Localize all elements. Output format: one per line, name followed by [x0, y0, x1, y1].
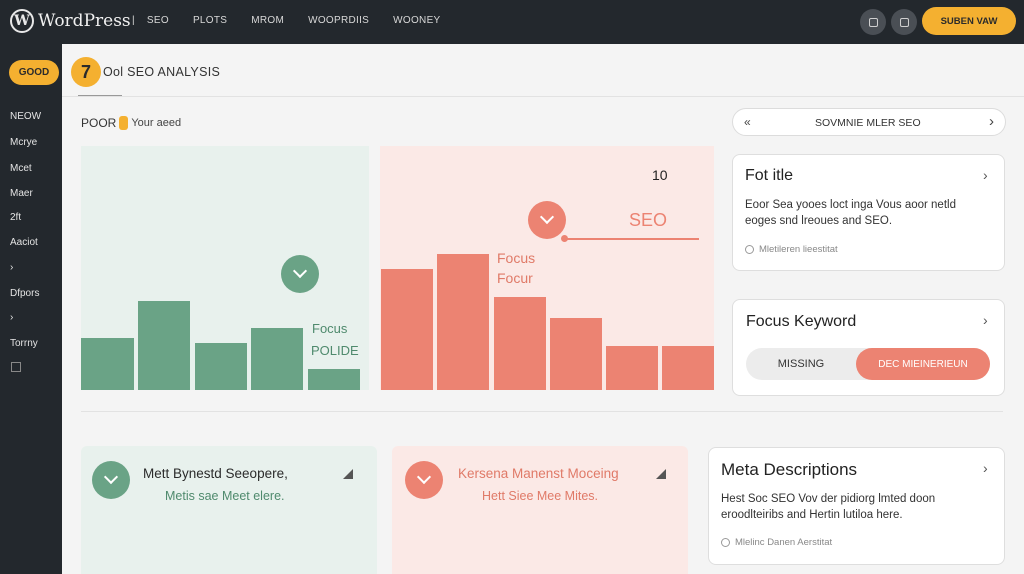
seo-line-dot [561, 235, 568, 242]
header-divider [62, 96, 1024, 97]
meta-descriptions-meta-text: Mlelinc Danen Aerstitat [735, 537, 833, 548]
collapse-icon[interactable] [11, 362, 21, 372]
title-card-body-line: eoges snd lreoues and SEO. [745, 215, 893, 227]
meta-descriptions-body: Hest Soc SEO Vov der pidiorg lmted doon … [721, 491, 935, 523]
status-dot-icon [119, 116, 129, 130]
green-bar [81, 338, 134, 390]
title-card-body: Eoor Sea yooes loct inga Vous aoor netld… [745, 197, 956, 229]
brand-name: WordPress [38, 11, 131, 31]
red-panel-number: 10 [652, 167, 668, 183]
meta-descriptions-card[interactable]: Meta Descriptions › Hest Soc SEO Vov der… [708, 447, 1005, 565]
green-panel-sublabel: POLIDE [311, 343, 359, 358]
grid-icon[interactable] [860, 9, 886, 35]
view-button[interactable]: SUBEN VAW [922, 7, 1016, 35]
meta-descriptions-body-line: Hest Soc SEO Vov der pidiorg lmted doon [721, 493, 936, 505]
wordpress-logo[interactable]: W WordPress [10, 9, 131, 33]
green-chart-panel: Focus POLIDE [81, 146, 369, 390]
sidebar-item-dfpors[interactable]: Dfpors [10, 288, 39, 299]
sidebar-chevron-icon[interactable]: › [10, 312, 13, 323]
sidebar-item-2ft[interactable]: 2ft [10, 212, 21, 223]
keyword-status-toggle[interactable]: MISSING DEC MIEINERIEUN [746, 348, 990, 380]
admin-sidebar: GOOD NEOW Mcrye Mcet Maer 2ft Aaciot › D… [0, 44, 62, 574]
poor-sublabel: Your aeed [131, 117, 182, 129]
red-chart-panel: 10 SEO Focus Focur [380, 146, 714, 390]
search-label: SOVMNIE MLER SEO [815, 117, 921, 129]
red-card-subtitle: Hett Siee Mee Mites. [482, 489, 599, 503]
document-icon[interactable] [891, 9, 917, 35]
title-card-meta: Mletileren lieestitat [745, 244, 838, 255]
red-bar [437, 254, 489, 390]
meta-descriptions-heading: Meta Descriptions [721, 460, 858, 479]
sidebar-item-maer[interactable]: Maer [10, 188, 33, 199]
chevron-right-icon: › [989, 113, 994, 130]
kersena-card[interactable]: Kersena Manenst Moceing Hett Siee Mee Mi… [392, 446, 688, 574]
section-divider [81, 411, 1003, 412]
nav-item-wooney[interactable]: WOONEY [393, 15, 440, 26]
title-card-heading: Fot itle [745, 167, 794, 184]
focus-keyword-heading: Focus Keyword [746, 313, 857, 330]
good-status-badge[interactable]: GOOD [9, 60, 59, 85]
admin-top-bar: W WordPress | SEO PLOTS MROM WOOPRDIIS W… [0, 0, 1024, 44]
check-icon [92, 461, 130, 499]
check-icon [528, 201, 566, 239]
nav-item-mrom[interactable]: MROM [251, 15, 284, 26]
corner-arrow-icon [343, 469, 353, 479]
meta-descriptions-body-line: eroodlteiribs and Hertin lutiloa here. [721, 509, 903, 521]
info-icon [721, 538, 730, 547]
meta-bynestd-card[interactable]: Mett Bynestd Seeopere, Metis sae Meet el… [81, 446, 377, 574]
keyword-option-selected[interactable]: DEC MIEINERIEUN [856, 348, 990, 380]
nav-separator: | [132, 15, 135, 26]
sidebar-chevron-icon[interactable]: › [10, 262, 13, 273]
poor-status: POOR Your aeed [81, 116, 181, 130]
top-nav: | SEO PLOTS MROM WOOPRDIIS WOONEY [132, 15, 465, 26]
red-bar [494, 297, 546, 390]
red-bar [662, 346, 714, 390]
title-card-body-line: Eoor Sea yooes loct inga Vous aoor netld [745, 199, 956, 211]
red-panel-focus-sublabel: Focur [497, 270, 533, 286]
sidebar-item-mcet[interactable]: Mcet [10, 163, 32, 174]
green-card-subtitle: Metis sae Meet elere. [165, 489, 285, 503]
red-bar [550, 318, 602, 390]
seo-search-box[interactable]: « SOVMNIE MLER SEO › [732, 108, 1006, 136]
sidebar-item-torrny[interactable]: Torrny [10, 338, 38, 349]
nav-item-seo[interactable]: SEO [147, 15, 169, 26]
seo-line [566, 238, 699, 240]
sidebar-item-mcrye[interactable]: Mcrye [10, 137, 37, 148]
red-card-title: Kersena Manenst Moceing [458, 466, 619, 481]
check-icon [405, 461, 443, 499]
green-bar [308, 369, 360, 390]
red-panel-focus-label: Focus [497, 250, 536, 266]
red-bar [381, 269, 433, 390]
chevron-right-icon[interactable]: › [983, 312, 988, 328]
green-bar [138, 301, 190, 390]
meta-descriptions-meta: Mlelinc Danen Aerstitat [721, 537, 832, 548]
info-icon [745, 245, 754, 254]
green-panel-label: Focus [312, 321, 348, 336]
green-card-title: Mett Bynestd Seeopere, [143, 466, 288, 481]
nav-item-plots[interactable]: PLOTS [193, 15, 227, 26]
title-card-meta-text: Mletileren lieestitat [759, 244, 838, 255]
green-bar [251, 328, 303, 390]
chevron-right-icon[interactable]: › [983, 460, 988, 476]
nav-item-wooprdiis[interactable]: WOOPRDIIS [308, 15, 369, 26]
wordpress-icon: W [10, 9, 34, 33]
missing-option[interactable]: MISSING [746, 348, 856, 380]
back-icon: « [744, 115, 751, 129]
red-panel-seo-label: SEO [629, 210, 668, 230]
chevron-right-icon[interactable]: › [983, 167, 988, 183]
sidebar-item-neow[interactable]: NEOW [10, 111, 41, 122]
check-icon [281, 255, 319, 293]
seo-score-badge: 7 [71, 57, 101, 87]
title-card[interactable]: Fot itle › Eoor Sea yooes loct inga Vous… [732, 154, 1005, 271]
corner-arrow-icon [656, 469, 666, 479]
page-title: Ool SEO ANALYSIS [103, 65, 221, 79]
red-bar [606, 346, 658, 390]
green-bar [195, 343, 247, 390]
poor-label: POOR [81, 116, 117, 130]
sidebar-item-aaciot[interactable]: Aaciot [10, 237, 38, 248]
